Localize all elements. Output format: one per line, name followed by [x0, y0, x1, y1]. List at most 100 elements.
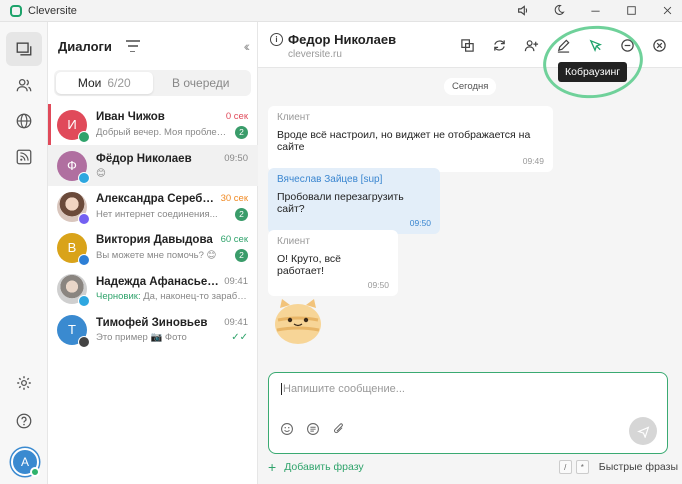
online-status-dot [30, 467, 40, 477]
unread-badge: 2 [235, 125, 248, 139]
current-user-avatar[interactable]: А [11, 448, 40, 477]
templates-icon[interactable] [305, 421, 321, 437]
dialog-list: И Иван Чижов 0 сек Добрый вечер. Моя пробле… [48, 104, 258, 350]
contact-name: Тимофей Зиновьев [96, 316, 208, 329]
app-logo-icon [10, 4, 22, 17]
contact-avatar [57, 273, 90, 307]
contact-avatar: Т [57, 314, 90, 348]
add-phrase-button[interactable]: + Добавить фразу [268, 459, 364, 475]
star-key: * [575, 460, 589, 474]
app-title: Cleversite [28, 4, 77, 17]
channel-icon [78, 335, 90, 348]
message-client: Клиент О! Круто, всё работает! 09:50 [268, 230, 398, 296]
globe-icon [16, 113, 32, 129]
dialog-preview: Это пример 📷 Фото [96, 332, 227, 343]
help-icon [16, 413, 32, 429]
quick-phrases-link[interactable]: Быстрые фразы [599, 461, 678, 473]
dialogs-panel: Диалоги ‹‹ Мои 6/20 В очереди И Иван Чижо… [48, 22, 258, 484]
rss-icon [16, 149, 32, 165]
message-text: Вроде всё настроил, но виджет не отображ… [277, 129, 531, 153]
preview-text: Да, наконец-то заработало! [143, 290, 248, 302]
close-circle-icon[interactable] [650, 36, 668, 54]
composer-footer: + Добавить фразу / * Быстрые фразы [268, 458, 678, 476]
channel-icon [78, 171, 90, 184]
avatar-initial: Ф [67, 158, 77, 173]
avatar-initial: В [67, 240, 77, 255]
maximize-icon[interactable] [624, 3, 638, 17]
dialog-time: 0 сек [225, 111, 248, 122]
emoji-icon[interactable] [279, 421, 295, 437]
message-composer[interactable]: Напишите сообщение... [268, 372, 668, 454]
dialog-item[interactable]: И Иван Чижов 0 сек Добрый вечер. Моя пробле… [48, 104, 258, 145]
message-operator: Вячеслав Зайцев [sup] Пробовали перезагр… [268, 168, 440, 234]
tab-label: В очереди [172, 76, 230, 90]
send-button[interactable] [629, 417, 657, 445]
rail-item-dialogs[interactable] [6, 32, 42, 66]
channel-icon [78, 253, 90, 266]
dialog-preview: Добрый вечер. Моя проблема... [96, 127, 231, 138]
tab-mine[interactable]: Мои 6/20 [56, 72, 153, 94]
tab-queue[interactable]: В очереди [153, 72, 250, 94]
channel-icon [78, 130, 90, 143]
minimize-icon[interactable] [588, 3, 602, 17]
unread-badge: 2 [235, 248, 248, 262]
dialog-item[interactable]: Ф Фёдор Николаев 09:50 😊 [48, 145, 258, 186]
message-input[interactable]: Напишите сообщение... [281, 383, 405, 395]
filter-icon[interactable] [125, 40, 140, 52]
channel-icon [78, 294, 90, 307]
moon-icon[interactable] [552, 3, 566, 17]
preview-text: Добрый вечер. Моя проблема... [96, 126, 231, 138]
preview-text: Это пример 📷 Фото [96, 331, 187, 343]
chat-icon [16, 42, 32, 56]
rail-item-sites[interactable] [6, 104, 42, 138]
dialog-item[interactable]: Александра Серебряк...30 секНет интернет… [48, 186, 258, 227]
users-icon [16, 78, 32, 92]
dialog-time: 09:41 [224, 276, 248, 287]
close-icon[interactable] [660, 3, 674, 17]
plus-icon: + [268, 459, 277, 475]
draft-label: Черновик: [96, 290, 141, 302]
refresh-icon[interactable] [490, 36, 508, 54]
dialog-item[interactable]: Т Тимофей Зиновьев 09:41 Это пример 📷 Фото ✓… [48, 309, 258, 350]
dialog-preview: Черновик: Да, наконец-то заработало! [96, 291, 248, 302]
contact-avatar [57, 191, 90, 225]
dialog-preview: Нет интернет соединения... [96, 209, 231, 220]
rail-item-feed[interactable] [6, 140, 42, 174]
rail-item-settings[interactable] [6, 366, 42, 400]
unread-badge: 2 [235, 207, 248, 221]
attach-icon[interactable] [331, 421, 347, 437]
day-separator: Сегодня [444, 78, 497, 95]
rail-item-visitors[interactable] [6, 68, 42, 102]
dialog-preview: Вы можете мне помочь? 😊 [96, 250, 231, 261]
tab-label: Мои [77, 76, 102, 90]
chat-area: i Федор Николаев cleversite.ru Кобраузин… [258, 20, 682, 484]
message-time: 09:49 [522, 156, 544, 166]
contact-name: Виктория Давыдова [96, 233, 213, 246]
title-bar: Cleversite [0, 0, 682, 22]
dialog-time: 09:41 [224, 317, 248, 328]
nav-rail: А [0, 22, 48, 484]
slash-key: / [558, 460, 572, 474]
rail-item-help[interactable] [6, 404, 42, 438]
read-checks-icon: ✓✓ [231, 331, 248, 343]
dialog-item[interactable]: В Виктория Давыдова 60 сек Вы можете мне по… [48, 227, 258, 268]
volume-icon[interactable] [516, 3, 530, 17]
tab-count: 6/20 [107, 76, 131, 90]
dialog-item[interactable]: Надежда Афанасьева 09:41 Черновик: Да, нак… [48, 268, 258, 309]
copy-icon[interactable] [458, 36, 476, 54]
collapse-panel-icon[interactable]: ‹‹ [244, 38, 251, 54]
message-text: О! Круто, всё работает! [277, 253, 342, 277]
avatar-initial: Т [68, 322, 76, 337]
info-icon[interactable]: i [270, 33, 283, 46]
add-user-icon[interactable] [522, 36, 540, 54]
dialog-time: 30 сек [220, 193, 248, 204]
contact-name: Надежда Афанасьева [96, 275, 221, 288]
dialog-time: 09:50 [224, 153, 248, 164]
preview-text: 😊 [96, 167, 106, 179]
contact-avatar: И [57, 109, 90, 143]
message-time: 09:50 [367, 280, 389, 290]
message-client: Клиент Вроде всё настроил, но виджет не … [268, 106, 553, 172]
gear-icon [17, 376, 31, 390]
chat-contact-name: Федор Николаев [288, 32, 397, 47]
dialog-tabs: Мои 6/20 В очереди [54, 70, 251, 96]
